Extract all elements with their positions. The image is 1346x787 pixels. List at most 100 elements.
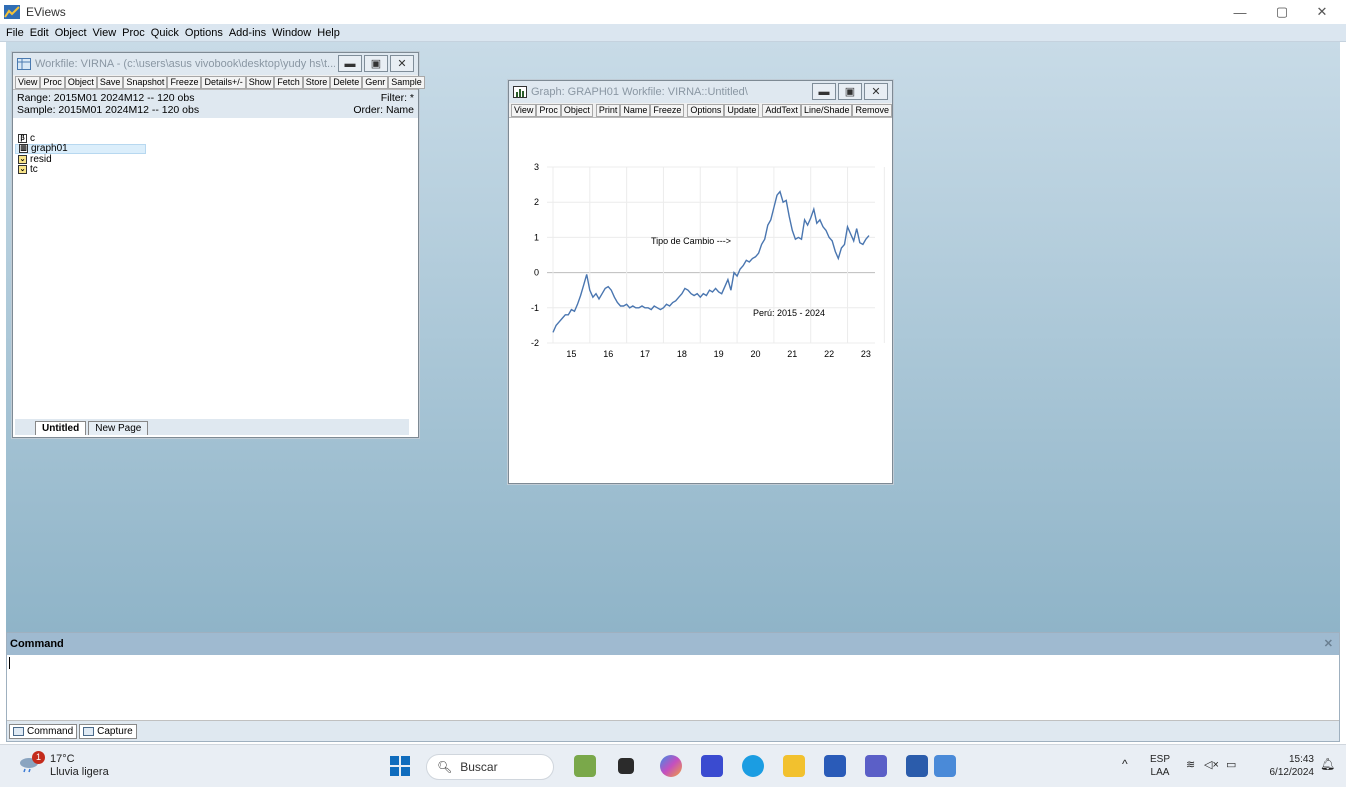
- gr-addtext-button[interactable]: AddText: [762, 103, 801, 117]
- gr-view-button[interactable]: View: [511, 103, 537, 117]
- eviews-taskbar-icon[interactable]: [934, 755, 956, 777]
- file-explorer-icon[interactable]: [783, 755, 805, 777]
- list-item[interactable]: ▥ graph01: [15, 143, 146, 154]
- restore-button[interactable]: ▢: [1262, 0, 1302, 24]
- wf-save-button[interactable]: Save: [96, 75, 124, 89]
- series-icon: ⌄: [18, 154, 27, 164]
- list-item[interactable]: β c: [15, 133, 146, 144]
- wf-details-button[interactable]: Details+/-: [201, 75, 246, 89]
- gr-options-button[interactable]: Options: [687, 103, 725, 117]
- list-item[interactable]: ⌄ resid: [15, 154, 146, 165]
- gr-lineshade-button[interactable]: Line/Shade: [800, 103, 853, 117]
- menu-addins[interactable]: Add-ins: [229, 27, 266, 39]
- weather-widget[interactable]: 17°C Lluvia ligera: [50, 753, 109, 779]
- list-item[interactable]: ⌄ tc: [15, 164, 146, 175]
- wf-fetch-button[interactable]: Fetch: [274, 75, 303, 89]
- gr-name-button[interactable]: Name: [620, 103, 651, 117]
- wf-show-button[interactable]: Show: [245, 75, 275, 89]
- wf-store-button[interactable]: Store: [302, 75, 331, 89]
- eviews-logo-icon: [4, 5, 20, 19]
- filter-text[interactable]: Filter: *: [381, 92, 414, 104]
- volume-muted-icon[interactable]: ◁×: [1204, 758, 1219, 771]
- gr-object-button[interactable]: Object: [560, 103, 593, 117]
- x-tick-label: 22: [824, 349, 834, 359]
- x-tick-label: 17: [640, 349, 650, 359]
- sample-text[interactable]: Sample: 2015M01 2024M12 -- 120 obs: [17, 104, 199, 116]
- wf-genr-button[interactable]: Genr: [362, 75, 389, 89]
- graph-canvas[interactable]: -2-1012315161718192021222324Tipo de Camb…: [513, 125, 908, 477]
- annotation-label: Perú: 2015 - 2024: [753, 308, 825, 318]
- wf-delete-button[interactable]: Delete: [330, 75, 363, 89]
- graph-title: Graph: GRAPH01 Workfile: VIRNA::Untitled…: [531, 86, 748, 98]
- object-list: β c ▥ graph01 ⌄ resid ⌄ tc: [15, 133, 409, 433]
- minimize-button[interactable]: —: [1220, 0, 1260, 24]
- windows-start-icon[interactable]: [390, 756, 410, 776]
- search-icon: 🔍︎: [437, 760, 453, 774]
- temperature-text: 17°C: [50, 753, 75, 765]
- teams-icon[interactable]: [865, 755, 887, 777]
- y-tick-label: 1: [534, 232, 539, 242]
- workfile-close-button[interactable]: ✕: [390, 55, 414, 72]
- y-tick-label: 2: [534, 197, 539, 207]
- wf-freeze-button[interactable]: Freeze: [167, 75, 202, 89]
- workfile-titlebar[interactable]: Workfile: VIRNA - (c:\users\asus vivoboo…: [13, 53, 418, 75]
- wf-proc-button[interactable]: Proc: [40, 75, 65, 89]
- gr-remove-button[interactable]: Remove: [852, 103, 892, 117]
- workfile-maximize-button[interactable]: ▣: [364, 55, 388, 72]
- menu-object[interactable]: Object: [55, 27, 87, 39]
- clock[interactable]: 15:43 6/12/2024: [1254, 753, 1315, 779]
- battery-icon[interactable]: ▭: [1226, 758, 1236, 771]
- workfile-toolbar: View Proc Object Save Snapshot Freeze De…: [13, 75, 425, 90]
- menu-file[interactable]: File: [6, 27, 24, 39]
- tab-command[interactable]: Command: [9, 723, 78, 739]
- chevron-up-icon[interactable]: ^: [1122, 757, 1128, 771]
- close-icon[interactable]: ✕: [1324, 637, 1333, 650]
- y-tick-label: 3: [534, 162, 539, 172]
- menu-window[interactable]: Window: [272, 27, 311, 39]
- tab-capture[interactable]: Capture: [79, 723, 137, 739]
- notification-bell-icon[interactable]: 🔔︎: [1320, 757, 1335, 771]
- gr-update-button[interactable]: Update: [724, 103, 760, 117]
- gr-print-button[interactable]: Print: [595, 103, 621, 117]
- menu-edit[interactable]: Edit: [30, 27, 49, 39]
- edge-icon[interactable]: [742, 755, 764, 777]
- wifi-icon[interactable]: ≋: [1186, 758, 1195, 771]
- wf-sample-button[interactable]: Sample: [388, 75, 425, 89]
- menu-help[interactable]: Help: [317, 27, 340, 39]
- menu-proc[interactable]: Proc: [122, 27, 145, 39]
- workfile-window[interactable]: Workfile: VIRNA - (c:\users\asus vivoboo…: [12, 52, 425, 438]
- graph-minimize-button[interactable]: ▬: [812, 83, 836, 100]
- language-indicator[interactable]: ESP LAA: [1150, 753, 1170, 779]
- wf-object-button[interactable]: Object: [64, 75, 97, 89]
- workfile-minimize-button[interactable]: ▬: [338, 55, 362, 72]
- task-view-icon[interactable]: [618, 758, 634, 774]
- store-icon[interactable]: [824, 755, 846, 777]
- graph-close-button[interactable]: ✕: [864, 83, 888, 100]
- menu-view[interactable]: View: [93, 27, 117, 39]
- text-caret: [9, 657, 10, 669]
- menu-options[interactable]: Options: [185, 27, 223, 39]
- y-tick-label: 0: [534, 268, 539, 278]
- menu-quick[interactable]: Quick: [151, 27, 179, 39]
- word-icon[interactable]: [906, 755, 928, 777]
- tab-untitled[interactable]: Untitled: [35, 421, 87, 435]
- taskbar-app-icon[interactable]: [574, 755, 596, 777]
- wf-snapshot-button[interactable]: Snapshot: [123, 75, 168, 89]
- command-input[interactable]: [7, 655, 1339, 721]
- order-text[interactable]: Order: Name: [353, 104, 414, 116]
- command-title: Command: [10, 638, 64, 650]
- close-button[interactable]: ✕: [1302, 0, 1342, 24]
- app-icon[interactable]: [701, 755, 723, 777]
- gr-proc-button[interactable]: Proc: [536, 103, 561, 117]
- copilot-icon[interactable]: [660, 755, 682, 777]
- graph-window[interactable]: Graph: GRAPH01 Workfile: VIRNA::Untitled…: [508, 80, 908, 484]
- range-text[interactable]: Range: 2015M01 2024M12 -- 120 obs: [17, 92, 194, 104]
- taskbar-search[interactable]: 🔍︎ Buscar: [426, 754, 554, 780]
- wf-view-button[interactable]: View: [15, 75, 41, 89]
- tab-new-page[interactable]: New Page: [88, 421, 149, 435]
- gr-freeze-button[interactable]: Freeze: [650, 103, 685, 117]
- command-titlebar: Command ✕: [7, 633, 1339, 655]
- graph-maximize-button[interactable]: ▣: [838, 83, 862, 100]
- graph-titlebar[interactable]: Graph: GRAPH01 Workfile: VIRNA::Untitled…: [509, 81, 892, 103]
- line-chart: -2-1012315161718192021222324Tipo de Camb…: [531, 162, 908, 359]
